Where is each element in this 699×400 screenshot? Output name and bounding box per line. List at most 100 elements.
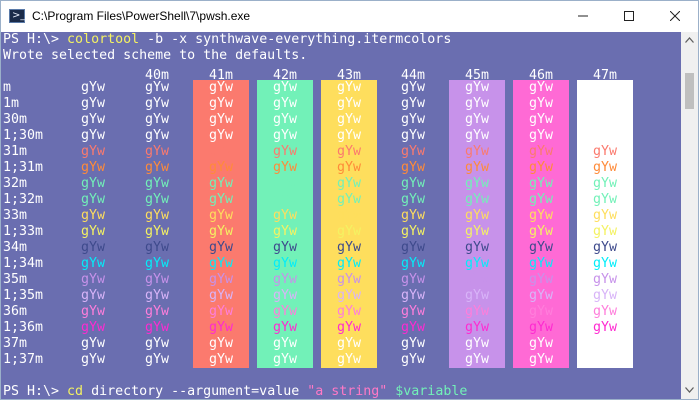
window-title: C:\Program Files\PowerShell\7\pwsh.exe (32, 9, 251, 23)
sample-cell: gYw (273, 80, 298, 95)
sample-cell: gYw (529, 96, 554, 111)
row-label: 1m (3, 96, 20, 111)
sample-cell: gYw (337, 80, 362, 95)
sample-cell: gYw (273, 272, 298, 287)
sample-cell: gYw (209, 208, 234, 223)
sample-cell: gYw (209, 336, 234, 351)
string-literal: "a string" (299, 384, 388, 399)
command-name: colortool (67, 32, 140, 47)
sample-cell: gYw (273, 304, 298, 319)
scroll-thumb[interactable] (685, 73, 694, 109)
sample-cell: gYw (401, 112, 426, 127)
sample-cell: gYw (337, 192, 362, 207)
sample-cell: gYw (145, 304, 170, 319)
close-button[interactable] (652, 1, 698, 32)
sample-cell: gYw (273, 320, 298, 335)
sample-cell: gYw (593, 352, 618, 367)
minimize-button[interactable] (560, 1, 606, 32)
sample-cell: gYw (209, 160, 234, 175)
variable: $variable (387, 384, 468, 399)
sample-cell: gYw (145, 224, 170, 239)
sample-cell: gYw (81, 320, 106, 335)
sample-cell: gYw (401, 128, 426, 143)
sample-cell: gYw (145, 112, 170, 127)
sample-cell: gYw (529, 272, 554, 287)
terminal-output[interactable]: PS H:\> colortool -b -x synthwave-everyt… (1, 32, 681, 399)
sample-cell: gYw (529, 160, 554, 175)
sample-cell: gYw (529, 144, 554, 159)
sample-cell: gYw (337, 128, 362, 143)
sample-cell: gYw (145, 240, 170, 255)
scroll-up-button[interactable] (681, 32, 698, 49)
command-line-2[interactable]: PS H:\> cd directory --argument=value "a… (3, 384, 468, 399)
sample-cell: gYw (81, 160, 106, 175)
sample-cell: gYw (401, 320, 426, 335)
sample-cell: gYw (401, 176, 426, 191)
row-label: 1;32m (3, 192, 44, 207)
sample-cell: gYw (273, 224, 298, 239)
sample-cell: gYw (145, 320, 170, 335)
sample-cell: gYw (273, 112, 298, 127)
sample-cell: gYw (465, 272, 490, 287)
sample-cell: gYw (529, 176, 554, 191)
sample-cell: gYw (209, 176, 234, 191)
sample-cell: gYw (401, 160, 426, 175)
row-label: 32m (3, 176, 28, 191)
sample-cell: gYw (209, 96, 234, 111)
sample-cell: gYw (337, 256, 362, 271)
sample-cell: gYw (81, 304, 106, 319)
sample-cell: gYw (401, 80, 426, 95)
sample-cell: gYw (337, 304, 362, 319)
sample-cell: gYw (81, 80, 106, 95)
title-bar[interactable]: >_ C:\Program Files\PowerShell\7\pwsh.ex… (1, 1, 698, 32)
sample-cell: gYw (401, 352, 426, 367)
sample-cell: gYw (273, 144, 298, 159)
sample-cell: gYw (465, 304, 490, 319)
sample-cell: gYw (145, 80, 170, 95)
sample-cell: gYw (81, 128, 106, 143)
sample-cell: gYw (465, 160, 490, 175)
sample-cell: gYw (273, 352, 298, 367)
sample-cell: gYw (209, 144, 234, 159)
sample-cell: gYw (401, 208, 426, 223)
sample-cell: gYw (593, 144, 618, 159)
sample-cell: gYw (465, 352, 490, 367)
sample-cell: gYw (401, 256, 426, 271)
sample-cell: gYw (529, 128, 554, 143)
sample-cell: gYw (593, 272, 618, 287)
sample-cell: gYw (337, 112, 362, 127)
row-label: 34m (3, 240, 28, 255)
sample-cell: gYw (465, 336, 490, 351)
prompt: PS H:\> (3, 384, 68, 399)
sample-cell: gYw (337, 272, 362, 287)
sample-cell: gYw (145, 208, 170, 223)
sample-cell: gYw (337, 224, 362, 239)
sample-cell: gYw (209, 112, 234, 127)
vertical-scrollbar[interactable] (681, 32, 698, 399)
sample-cell: gYw (529, 336, 554, 351)
powershell-icon[interactable]: >_ (9, 9, 25, 23)
sample-cell: gYw (465, 240, 490, 255)
sample-cell: gYw (593, 288, 618, 303)
row-label: m (3, 80, 12, 95)
sample-cell: gYw (145, 256, 170, 271)
sample-cell: gYw (273, 128, 298, 143)
scroll-down-button[interactable] (681, 382, 698, 399)
sample-cell: gYw (81, 192, 106, 207)
sample-cell: gYw (593, 112, 618, 127)
sample-cell: gYw (593, 224, 618, 239)
scroll-track[interactable] (681, 49, 698, 382)
sample-cell: gYw (529, 224, 554, 239)
maximize-button[interactable] (606, 1, 652, 32)
sample-cell: gYw (465, 176, 490, 191)
sample-cell: gYw (81, 144, 106, 159)
sample-cell: gYw (273, 192, 298, 207)
sample-cell: gYw (209, 352, 234, 367)
sample-cell: gYw (209, 128, 234, 143)
sample-cell: gYw (593, 320, 618, 335)
sample-cell: gYw (593, 128, 618, 143)
sample-cell: gYw (465, 112, 490, 127)
sample-cell: gYw (145, 192, 170, 207)
row-label: 1;34m (3, 256, 44, 271)
sample-cell: gYw (81, 224, 106, 239)
